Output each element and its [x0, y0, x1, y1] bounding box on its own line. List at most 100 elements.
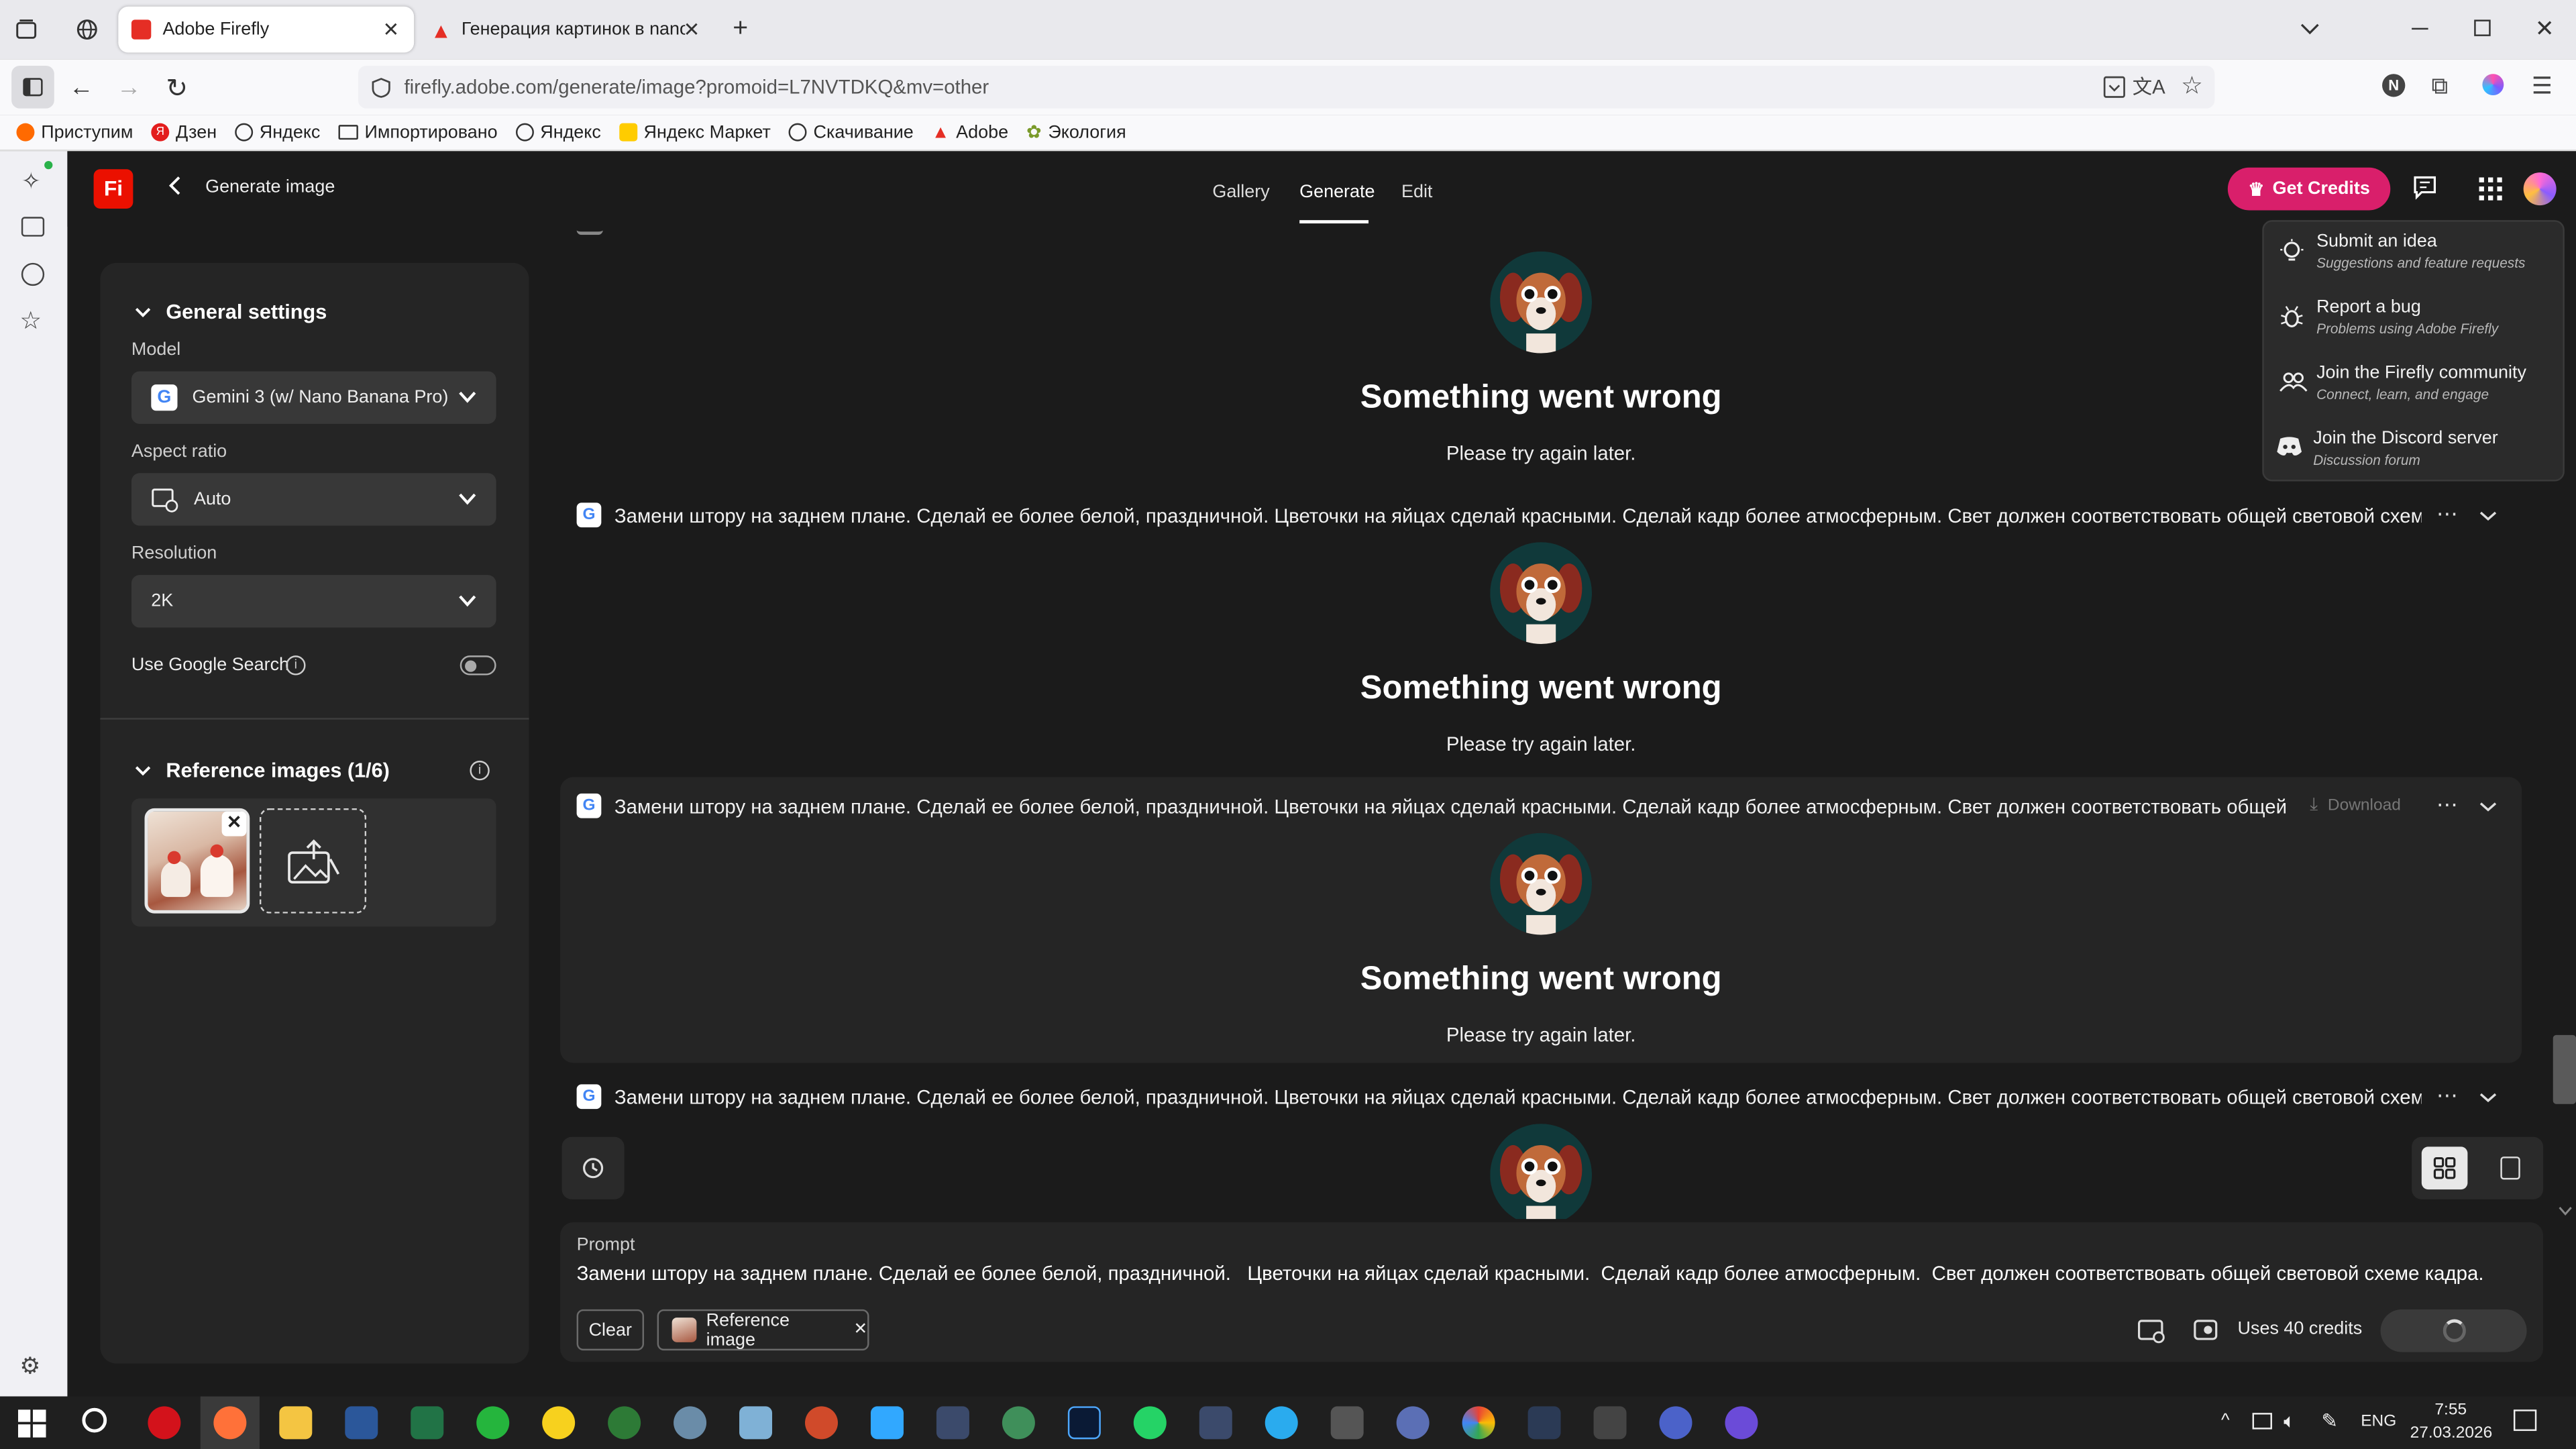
download-page-icon[interactable]: [2103, 76, 2126, 99]
clapper-icon[interactable]: [1593, 1406, 1627, 1440]
history-icon[interactable]: [21, 262, 45, 286]
info-icon[interactable]: i: [286, 655, 306, 676]
ai-assistant-icon[interactable]: [2482, 74, 2504, 96]
single-view-icon[interactable]: [2500, 1157, 2520, 1180]
app-icon[interactable]: [805, 1406, 838, 1440]
upload-reference-button[interactable]: [259, 808, 367, 914]
chevron-down-icon[interactable]: [2479, 800, 2498, 814]
user-avatar[interactable]: [2523, 172, 2557, 206]
1c-icon[interactable]: [542, 1406, 576, 1440]
opera-icon[interactable]: [148, 1406, 181, 1440]
grid-view-button[interactable]: [2421, 1146, 2468, 1190]
translate-icon[interactable]: 文A: [2133, 72, 2165, 101]
bookmark-star-icon[interactable]: ☆: [2181, 70, 2203, 101]
ai-sparkle-icon[interactable]: ✧: [21, 168, 41, 196]
chrome-icon[interactable]: [1462, 1406, 1495, 1440]
style-settings-icon[interactable]: [2137, 1320, 2167, 1344]
bookmark-item[interactable]: Приступим: [16, 122, 133, 142]
lightroom-icon[interactable]: [1067, 1406, 1101, 1440]
calculator-icon[interactable]: [1330, 1406, 1364, 1440]
windows-start-icon[interactable]: [17, 1409, 46, 1438]
model-select[interactable]: G Gemini 3 (w/ Nano Banana Pro): [131, 371, 496, 424]
scroll-down-icon[interactable]: [2558, 1206, 2573, 1216]
resolution-select[interactable]: 2K: [131, 575, 496, 628]
prompt-input[interactable]: Замени штору на заднем плане. Сделай ее …: [577, 1262, 2484, 1285]
telegram-icon[interactable]: [1265, 1406, 1298, 1440]
aspect-ratio-select[interactable]: Auto: [131, 473, 496, 526]
history-button[interactable]: [561, 1136, 625, 1199]
tray-chevron-icon[interactable]: ^: [2221, 1411, 2230, 1431]
settings-gear-icon[interactable]: ⚙: [19, 1352, 40, 1381]
bookmark-item[interactable]: Я Дзен: [151, 122, 217, 142]
sidebar-toggle-button[interactable]: [11, 65, 54, 109]
get-credits-button[interactable]: ♛ Get Credits: [2227, 167, 2391, 211]
remove-chip-icon[interactable]: ✕: [854, 1321, 868, 1339]
close-tab-icon[interactable]: ✕: [382, 18, 399, 41]
remove-reference-icon[interactable]: ✕: [221, 811, 247, 837]
feedback-icon[interactable]: [2412, 174, 2438, 201]
app-icon[interactable]: [739, 1406, 773, 1440]
app-icon[interactable]: [476, 1406, 510, 1440]
app-icon[interactable]: [608, 1406, 641, 1440]
tab-generate[interactable]: Generate: [1299, 182, 1375, 202]
app-icon[interactable]: [1527, 1406, 1561, 1440]
bookmarks-star-icon[interactable]: ☆: [19, 306, 42, 335]
pen-icon[interactable]: ✎: [2321, 1409, 2338, 1432]
scrollbar-thumb[interactable]: [2553, 1034, 2576, 1104]
tab-nano-banana[interactable]: ▲ Генерация картинок в nano Ba ✕: [417, 7, 706, 53]
extensions-icon[interactable]: ⧉: [2432, 72, 2448, 101]
menu-item-report-bug[interactable]: Report a bug Problems using Adobe Firefl…: [2264, 288, 2567, 354]
download-button[interactable]: ⤓ Download: [2310, 795, 2401, 816]
profile-avatar[interactable]: N: [2382, 74, 2406, 97]
menu-item-join-community[interactable]: Join the Firefly community Connect, lear…: [2264, 354, 2567, 419]
bookmark-item[interactable]: ✿ Экология: [1026, 121, 1126, 143]
chevron-down-icon[interactable]: [2298, 16, 2321, 39]
chevron-down-icon[interactable]: [135, 764, 151, 777]
back-icon[interactable]: ←: [69, 74, 94, 102]
bookmark-folder[interactable]: Импортировано: [338, 122, 498, 142]
general-settings-title[interactable]: General settings: [166, 301, 327, 323]
bookmark-item[interactable]: Скачивание: [788, 122, 914, 142]
volume-icon[interactable]: 🔈︎: [2284, 1409, 2296, 1434]
excel-icon[interactable]: [411, 1406, 444, 1440]
reload-icon[interactable]: ↻: [166, 72, 188, 105]
firefly-logo[interactable]: Fi: [93, 169, 133, 209]
back-chevron-icon[interactable]: [168, 174, 184, 197]
clock-date[interactable]: 27.03.2026: [2410, 1424, 2493, 1442]
tab-gallery[interactable]: Gallery: [1212, 182, 1269, 202]
tab-list-icon[interactable]: [15, 18, 38, 41]
camera-icon[interactable]: [936, 1406, 969, 1440]
tab-adobe-firefly[interactable]: Adobe Firefly ✕: [118, 6, 415, 53]
app-icon[interactable]: [674, 1406, 707, 1440]
reference-images-title[interactable]: Reference images (1/6): [166, 759, 390, 782]
generate-button[interactable]: [2380, 1309, 2527, 1352]
notifications-icon[interactable]: [2513, 1409, 2537, 1432]
new-tab-icon[interactable]: +: [733, 15, 748, 44]
url-bar[interactable]: firefly.adobe.com/generate/image?promoid…: [358, 65, 2215, 109]
language-indicator[interactable]: ENG: [2361, 1413, 2396, 1431]
app-icon[interactable]: [1725, 1406, 1758, 1440]
synced-tabs-icon[interactable]: [21, 217, 45, 237]
google-search-toggle[interactable]: [460, 655, 496, 676]
search-icon[interactable]: [82, 1407, 107, 1433]
chevron-down-icon[interactable]: [2479, 1091, 2498, 1104]
globe-icon[interactable]: [76, 18, 99, 41]
restore-icon[interactable]: [2474, 19, 2491, 36]
bookmark-item[interactable]: Яндекс Маркет: [619, 122, 771, 142]
bookmark-item[interactable]: ▲ Adobe: [932, 122, 1008, 142]
menu-item-join-discord[interactable]: Join the Discord server Discussion forum: [2264, 419, 2567, 484]
tab-edit[interactable]: Edit: [1401, 182, 1432, 202]
camera-icon[interactable]: [1199, 1406, 1232, 1440]
app-icon[interactable]: [1396, 1406, 1430, 1440]
more-options-icon[interactable]: ⋯: [2436, 501, 2458, 527]
word-icon[interactable]: [345, 1406, 378, 1440]
reference-image-chip[interactable]: Reference image ✕: [657, 1309, 869, 1351]
forward-icon[interactable]: →: [117, 74, 142, 102]
bookmark-item[interactable]: Яндекс: [235, 122, 320, 142]
bookmark-item[interactable]: Яндекс: [515, 122, 601, 142]
whatsapp-icon[interactable]: [1133, 1406, 1167, 1440]
menu-icon[interactable]: ☰: [2532, 72, 2553, 101]
app-icon[interactable]: [1002, 1406, 1035, 1440]
firefox-icon[interactable]: [213, 1406, 247, 1440]
close-tab-icon[interactable]: ✕: [684, 18, 700, 41]
